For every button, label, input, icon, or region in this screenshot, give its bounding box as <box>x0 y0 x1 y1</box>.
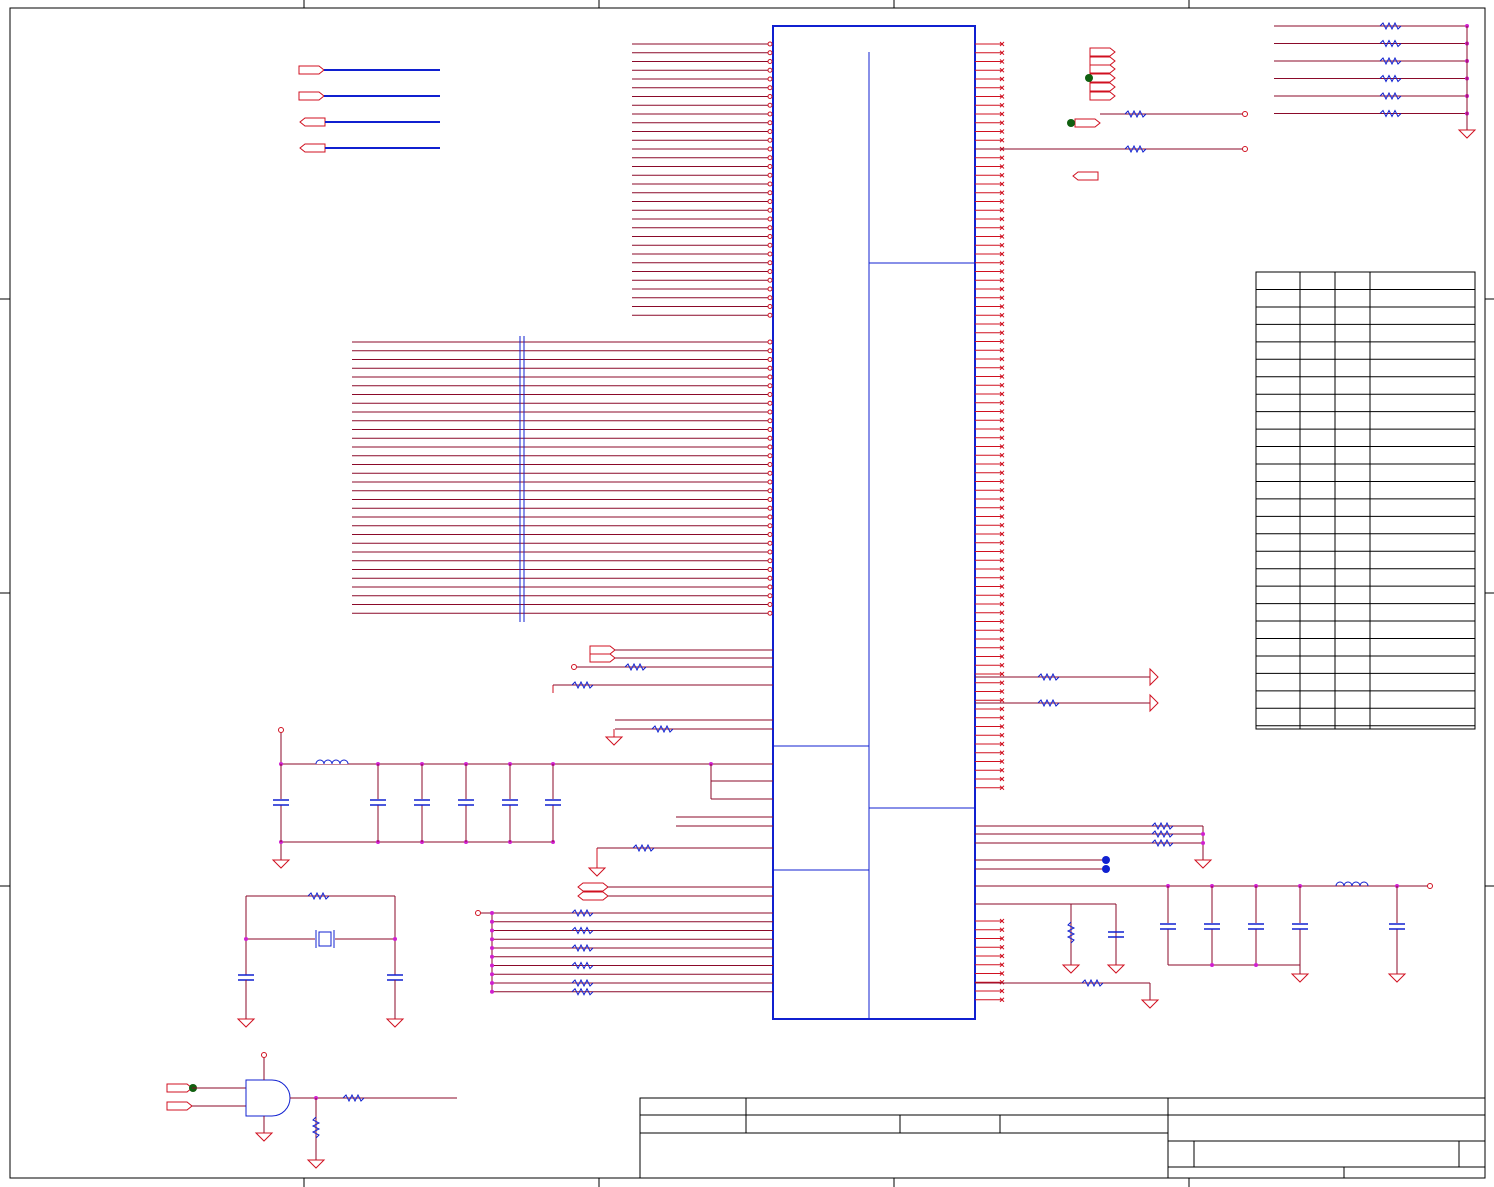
pin-table <box>1255 271 1476 730</box>
schematic-sheet <box>0 0 1494 1187</box>
right-top-connectors <box>975 47 1248 181</box>
crystal-oscillator <box>236 891 405 1028</box>
title-block <box>639 1097 1486 1179</box>
pullup-resistor-array <box>1274 21 1477 139</box>
right-mid-outputs <box>975 667 1159 713</box>
frame-ticks <box>0 0 1494 1187</box>
and-gate <box>166 1052 457 1169</box>
right-lower-network <box>975 821 1433 1009</box>
left-pin-wires-mid <box>352 339 773 616</box>
power-filter <box>271 727 773 869</box>
resistor-ladder <box>475 908 773 996</box>
right-pin-wires <box>975 41 1005 1003</box>
schematic-canvas <box>0 0 1494 1187</box>
bus-bar <box>519 336 525 622</box>
decoupling-caps-right <box>1159 884 1407 983</box>
main-ic <box>772 25 976 1020</box>
left-pin-wires-top <box>632 41 773 318</box>
left-mid-connectors <box>552 645 773 746</box>
lower-left-pins <box>577 764 773 901</box>
offsheet-ports-top-left <box>298 65 440 153</box>
